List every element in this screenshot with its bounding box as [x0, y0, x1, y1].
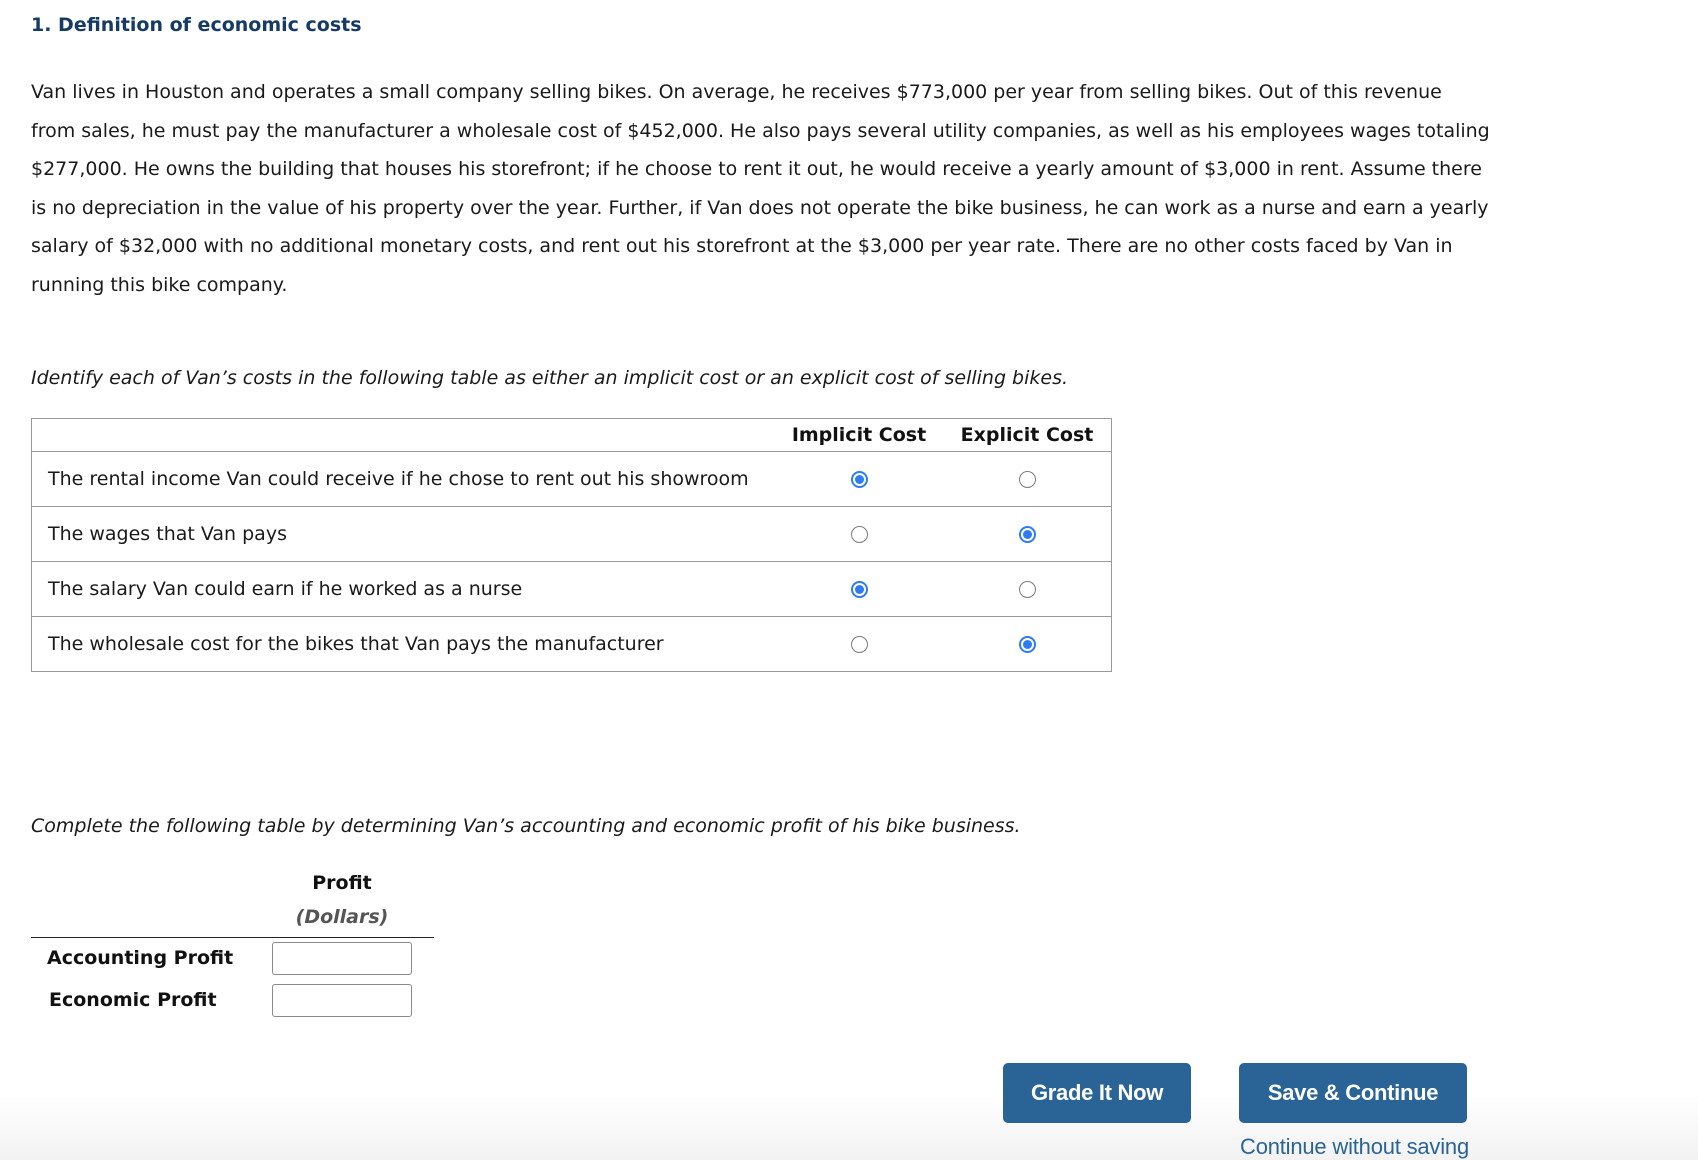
header-explicit-cost: Explicit Cost: [943, 418, 1112, 452]
cost-label: The wholesale cost for the bikes that Va…: [31, 616, 775, 672]
table-header-row: Implicit Cost Explicit Cost: [31, 418, 1112, 452]
profit-column-unit: (Dollars): [295, 906, 389, 928]
economic-profit-label: Economic Profit: [49, 989, 217, 1011]
profit-column-header: Profit: [312, 872, 372, 894]
table-row: The wholesale cost for the bikes that Va…: [31, 616, 1112, 672]
continue-without-saving-link[interactable]: Continue without saving: [1240, 1134, 1469, 1160]
question-title: 1. Definition of economic costs: [31, 14, 362, 36]
save-continue-button[interactable]: Save & Continue: [1239, 1063, 1467, 1123]
cost-label: The rental income Van could receive if h…: [31, 451, 775, 507]
radio-explicit[interactable]: [1018, 636, 1036, 653]
header-implicit-cost: Implicit Cost: [775, 418, 943, 452]
accounting-profit-input[interactable]: [272, 942, 412, 975]
economic-profit-input[interactable]: [272, 984, 412, 1017]
radio-explicit[interactable]: [1018, 526, 1036, 543]
grade-it-now-button[interactable]: Grade It Now: [1003, 1063, 1191, 1123]
profit-table-prompt: Complete the following table by determin…: [31, 815, 1021, 837]
cost-label: The wages that Van pays: [31, 506, 775, 562]
radio-implicit[interactable]: [850, 471, 868, 488]
header-blank: [31, 418, 775, 452]
table-row: The salary Van could earn if he worked a…: [31, 561, 1112, 617]
radio-explicit[interactable]: [1018, 581, 1036, 598]
question-paragraph: Van lives in Houston and operates a smal…: [31, 81, 1490, 296]
radio-implicit[interactable]: [850, 581, 868, 598]
radio-implicit[interactable]: [850, 526, 868, 543]
profit-table-divider: [31, 937, 434, 938]
cost-label: The salary Van could earn if he worked a…: [31, 561, 775, 617]
radio-implicit[interactable]: [850, 636, 868, 653]
cost-classification-table: Implicit Cost Explicit Cost The rental i…: [31, 418, 1112, 672]
radio-explicit[interactable]: [1018, 471, 1036, 488]
table-row: The rental income Van could receive if h…: [31, 451, 1112, 507]
cost-table-prompt: Identify each of Van’s costs in the foll…: [31, 367, 1069, 389]
table-row: The wages that Van pays: [31, 506, 1112, 562]
accounting-profit-label: Accounting Profit: [47, 947, 234, 969]
